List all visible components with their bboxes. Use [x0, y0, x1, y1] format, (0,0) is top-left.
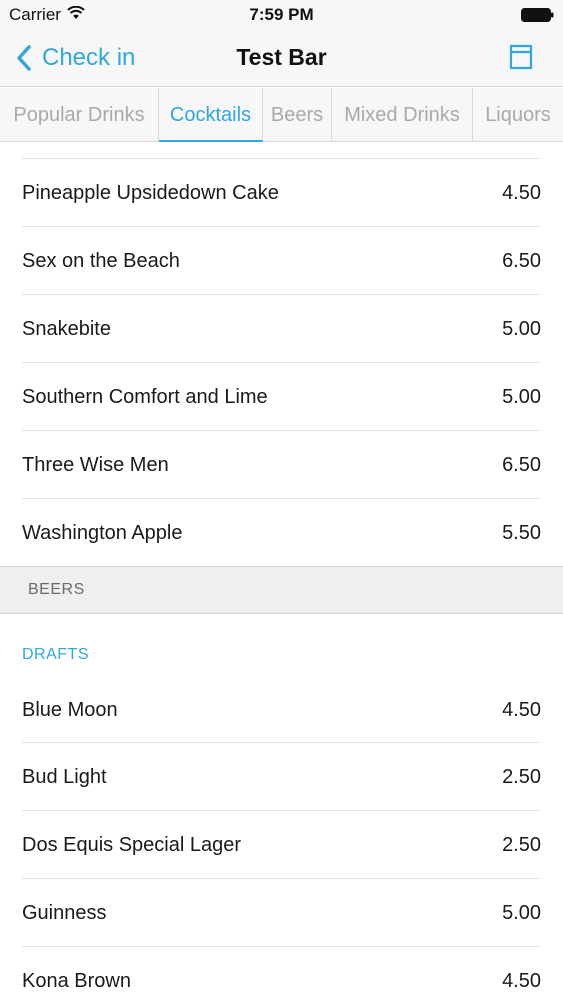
- clock: 7:59 PM: [249, 5, 314, 24]
- subsection-header-drafts: DRAFTS: [22, 646, 89, 663]
- drink-name: Kona Brown: [22, 970, 131, 992]
- section-header-label: BEERS: [28, 581, 85, 598]
- menu-row[interactable]: Washington Apple 5.50: [0, 499, 563, 567]
- drink-price: 2.50: [502, 834, 541, 856]
- drink-name: Sex on the Beach: [22, 250, 180, 272]
- drink-name: Snakebite: [22, 318, 111, 340]
- drink-price: 4.50: [502, 699, 541, 721]
- menu-row[interactable]: Bud Light 2.50: [0, 743, 563, 811]
- menu-row[interactable]: Three Wise Men 6.50: [0, 431, 563, 499]
- drink-price: 4.50: [502, 182, 541, 204]
- menu-row[interactable]: Sex on the Beach 6.50: [0, 227, 563, 295]
- menu-row[interactable]: Dos Equis Special Lager 2.50: [0, 811, 563, 879]
- tab-popular-drinks[interactable]: Popular Drinks: [0, 88, 159, 142]
- drink-name: Bud Light: [22, 766, 107, 788]
- page-title: Test Bar: [236, 44, 327, 70]
- menu-row[interactable]: Snakebite 5.00: [0, 295, 563, 363]
- drink-name: Southern Comfort and Lime: [22, 386, 268, 408]
- document-icon[interactable]: [509, 44, 533, 70]
- drink-name: Three Wise Men: [22, 454, 169, 476]
- drink-price: 4.50: [502, 970, 541, 992]
- drink-price: 5.00: [502, 318, 541, 340]
- drink-price: 6.50: [502, 250, 541, 272]
- drink-name: Guinness: [22, 902, 107, 924]
- tab-cocktails[interactable]: Cocktails: [159, 88, 263, 142]
- drink-name: Washington Apple: [22, 522, 183, 544]
- status-bar: Carrier 7:59 PM: [0, 0, 563, 30]
- navigation-bar: Check in Test Bar: [0, 30, 563, 87]
- tab-mixed-drinks[interactable]: Mixed Drinks: [332, 88, 473, 142]
- menu-row[interactable]: Southern Comfort and Lime 5.00: [0, 363, 563, 431]
- drink-name: Pineapple Upsidedown Cake: [22, 182, 279, 204]
- menu-row[interactable]: Guinness 5.00: [0, 879, 563, 947]
- menu-row[interactable]: Kona Brown 4.50: [0, 947, 563, 1000]
- drink-price: 2.50: [502, 766, 541, 788]
- menu-row[interactable]: Pineapple Upsidedown Cake 4.50: [0, 159, 563, 227]
- category-tabs: Popular Drinks Cocktails Beers Mixed Dri…: [0, 88, 563, 142]
- drink-price: 5.50: [502, 522, 541, 544]
- menu-row[interactable]: Blue Moon 4.50: [0, 676, 563, 744]
- tab-liquors[interactable]: Liquors: [473, 88, 563, 142]
- battery-icon: [521, 8, 554, 22]
- drink-price: 6.50: [502, 454, 541, 476]
- drink-name: Blue Moon: [22, 699, 118, 721]
- section-header-beers: BEERS: [0, 566, 563, 614]
- tab-beers[interactable]: Beers: [263, 88, 332, 142]
- drink-price: 5.00: [502, 902, 541, 924]
- drink-price: 5.00: [502, 386, 541, 408]
- drink-name: Dos Equis Special Lager: [22, 834, 242, 856]
- drink-menu-list[interactable]: Pineapple Upsidedown Cake 4.50 Sex on th…: [0, 142, 563, 1000]
